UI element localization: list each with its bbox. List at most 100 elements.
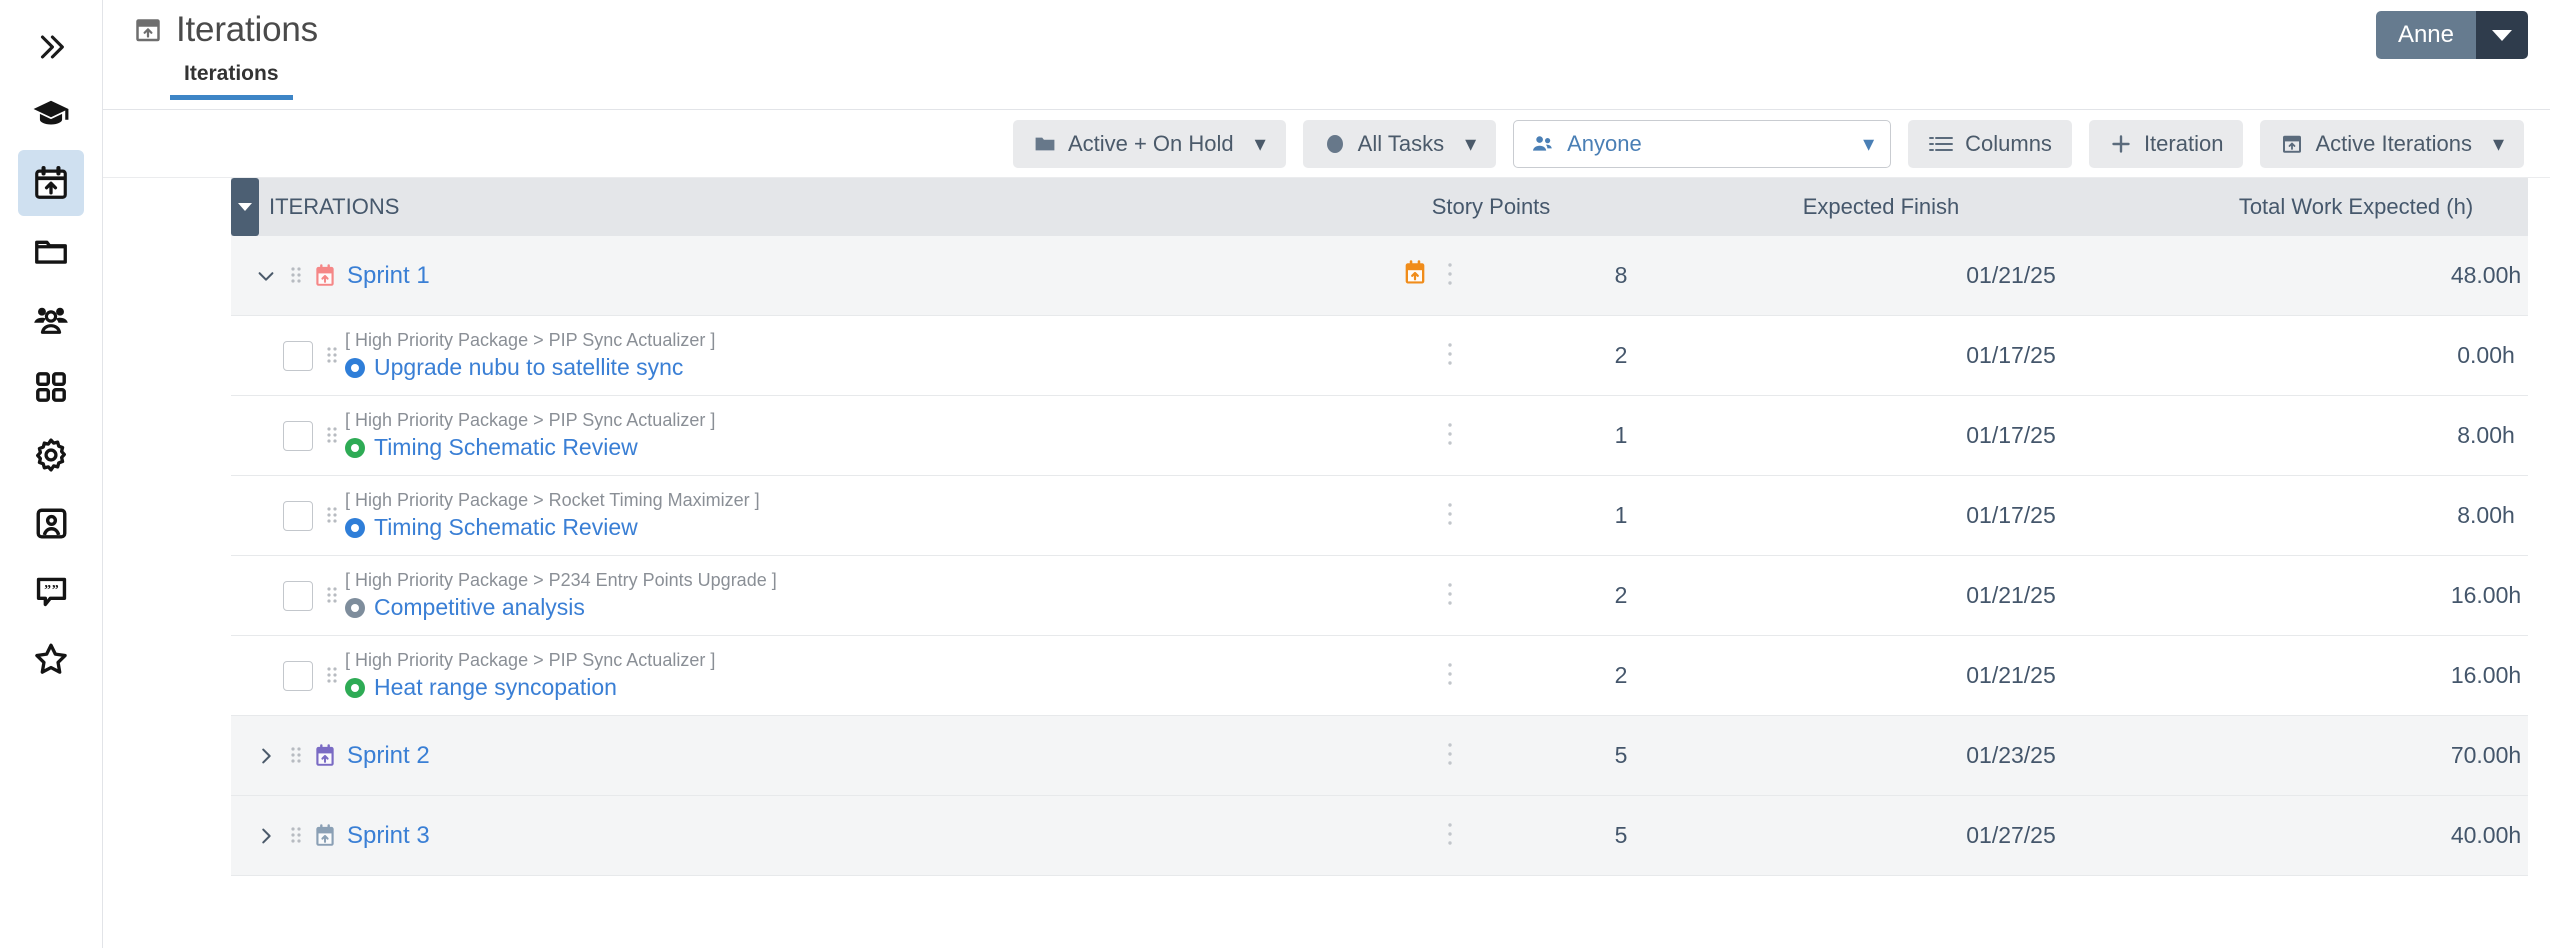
row-kebab-menu[interactable] <box>1447 421 1453 451</box>
cell-expected-finish: 01/17/25 <box>1966 342 2056 368</box>
sidebar-item-contact[interactable] <box>18 490 84 556</box>
cell-expected-finish: 01/21/25 <box>1966 262 2056 288</box>
drag-handle[interactable] <box>283 265 309 287</box>
row-kebab-menu[interactable] <box>1447 581 1453 611</box>
grid-header-row: ITERATIONS Story Points Expected Finish … <box>231 178 2528 236</box>
sidebar-item-settings[interactable] <box>18 422 84 488</box>
sprint-row[interactable]: Sprint 1 8 01/21/25 48.00h <box>231 236 2528 316</box>
task-row[interactable]: [ High Priority Package > PIP Sync Actua… <box>231 316 2528 396</box>
quote-bubble-icon: ” ” <box>36 577 66 606</box>
task-breadcrumb: [ High Priority Package > PIP Sync Actua… <box>345 330 716 350</box>
task-text-stack: [ High Priority Package > Rocket Timing … <box>345 490 760 541</box>
task-breadcrumb: [ High Priority Package > P234 Entry Poi… <box>345 570 777 590</box>
column-header-total-work[interactable]: Total Work Expected (h) <box>2111 194 2550 220</box>
collapse-all-toggle[interactable] <box>231 178 259 236</box>
sprint-row[interactable]: Sprint 3 5 01/27/25 40.00h <box>231 796 2528 876</box>
column-header-expected-finish[interactable]: Expected Finish <box>1651 194 2111 220</box>
sidebar-item-people[interactable] <box>18 286 84 352</box>
task-name-link[interactable]: Timing Schematic Review <box>374 434 638 461</box>
task-name-link[interactable]: Timing Schematic Review <box>374 514 638 541</box>
sprint-row[interactable]: Sprint 2 5 01/23/25 70.00h <box>231 716 2528 796</box>
task-name-cell: [ High Priority Package > PIP Sync Actua… <box>231 330 1331 381</box>
task-checkbox[interactable] <box>283 420 313 451</box>
sprint-icon <box>312 823 338 849</box>
sidebar-item-folder[interactable] <box>18 218 84 284</box>
star-icon <box>35 643 67 674</box>
task-breadcrumb: [ High Priority Package > PIP Sync Actua… <box>345 650 716 670</box>
add-iteration-label: Iteration <box>2143 130 2224 156</box>
sprint-name-link[interactable]: Sprint 1 <box>347 262 430 290</box>
task-row[interactable]: [ High Priority Package > Rocket Timing … <box>231 476 2528 556</box>
cell-total-work: 40.00h <box>2450 822 2522 848</box>
calendar-upload-icon <box>136 19 160 42</box>
cell-expected-finish: 01/21/25 <box>1966 662 2056 688</box>
expand-toggle[interactable] <box>249 745 283 767</box>
task-row[interactable]: [ High Priority Package > PIP Sync Actua… <box>231 636 2528 716</box>
expand-toggle[interactable] <box>249 825 283 847</box>
task-checkbox[interactable] <box>283 340 313 371</box>
row-kebab-menu[interactable] <box>1447 501 1453 531</box>
task-row[interactable]: [ High Priority Package > P234 Entry Poi… <box>231 556 2528 636</box>
task-name-link[interactable]: Upgrade nubu to satellite sync <box>374 354 683 381</box>
row-kebab-menu[interactable] <box>1447 261 1453 291</box>
cell-story-points: 5 <box>1614 822 1628 848</box>
page-title: Iterations <box>133 0 2550 50</box>
cell-total-work: 16.00h <box>2450 662 2522 688</box>
task-name-link[interactable]: Competitive analysis <box>374 594 585 621</box>
task-text-stack: [ High Priority Package > PIP Sync Actua… <box>345 330 715 381</box>
row-actions <box>1331 259 1461 292</box>
cell-expected-finish: 01/27/25 <box>1966 822 2056 848</box>
expand-toggle[interactable] <box>249 265 283 287</box>
row-kebab-menu[interactable] <box>1447 661 1453 691</box>
drag-handle[interactable] <box>319 585 345 607</box>
row-kebab-menu[interactable] <box>1447 341 1453 371</box>
view-selector-button[interactable]: Active Iterations ▾ <box>2260 119 2524 168</box>
kebab-menu-icon <box>1448 662 1452 685</box>
user-menu[interactable]: Anne <box>2375 11 2528 59</box>
sidebar-collapse-toggle[interactable] <box>18 14 84 80</box>
svg-text:”: ” <box>44 582 51 597</box>
task-checkbox[interactable] <box>283 580 313 611</box>
sprint-name-link[interactable]: Sprint 3 <box>347 822 430 850</box>
task-name-cell: [ High Priority Package > Rocket Timing … <box>231 490 1331 541</box>
task-name-link[interactable]: Heat range syncopation <box>374 674 617 701</box>
iterations-grid: ITERATIONS Story Points Expected Finish … <box>103 178 2550 948</box>
drag-handle-icon <box>327 586 337 603</box>
status-filter-button[interactable]: Active + On Hold ▾ <box>1012 119 1286 168</box>
sidebar-item-feedback[interactable]: ” ” <box>18 558 84 624</box>
kebab-menu-icon <box>1448 582 1452 605</box>
tab-bar: Iterations <box>170 58 2550 100</box>
drag-handle[interactable] <box>319 665 345 687</box>
drag-handle[interactable] <box>283 825 309 847</box>
svg-text:”: ” <box>51 582 58 597</box>
cell-story-points: 1 <box>1614 422 1628 448</box>
task-checkbox[interactable] <box>283 660 313 691</box>
columns-button[interactable]: Columns <box>1908 119 2072 168</box>
drag-handle[interactable] <box>319 505 345 527</box>
column-header-story-points[interactable]: Story Points <box>1331 194 1651 220</box>
sidebar-item-iterations[interactable] <box>18 150 84 216</box>
sprint-name-link[interactable]: Sprint 2 <box>347 742 430 770</box>
column-header-name[interactable]: ITERATIONS <box>231 194 1331 220</box>
task-checkbox[interactable] <box>283 500 313 531</box>
add-iteration-button[interactable]: Iteration <box>2088 119 2244 168</box>
sidebar-item-grid[interactable] <box>18 354 84 420</box>
tab-iterations[interactable]: Iterations <box>170 58 293 100</box>
sidebar-item-graduation-cap[interactable] <box>18 82 84 148</box>
circle-icon <box>1326 134 1343 153</box>
drag-handle[interactable] <box>319 345 345 367</box>
drag-handle[interactable] <box>283 745 309 767</box>
assignee-filter-select[interactable]: Anyone ▾ <box>1513 119 1892 168</box>
task-name-cell: [ High Priority Package > P234 Entry Poi… <box>231 570 1331 621</box>
task-title-line: Timing Schematic Review <box>345 514 760 541</box>
user-menu-caret[interactable] <box>2476 11 2528 59</box>
task-name-cell: [ High Priority Package > PIP Sync Actua… <box>231 650 1331 701</box>
task-row[interactable]: [ High Priority Package > PIP Sync Actua… <box>231 396 2528 476</box>
drag-handle[interactable] <box>319 425 345 447</box>
sidebar-item-favorites[interactable] <box>18 626 84 692</box>
row-kebab-menu[interactable] <box>1447 821 1453 851</box>
iteration-mid-icon[interactable] <box>1401 259 1429 292</box>
filters-toolbar: Active + On Hold ▾ All Tasks ▾ Anyone ▾ <box>103 110 2550 178</box>
row-kebab-menu[interactable] <box>1447 741 1453 771</box>
task-filter-button[interactable]: All Tasks ▾ <box>1302 119 1497 168</box>
